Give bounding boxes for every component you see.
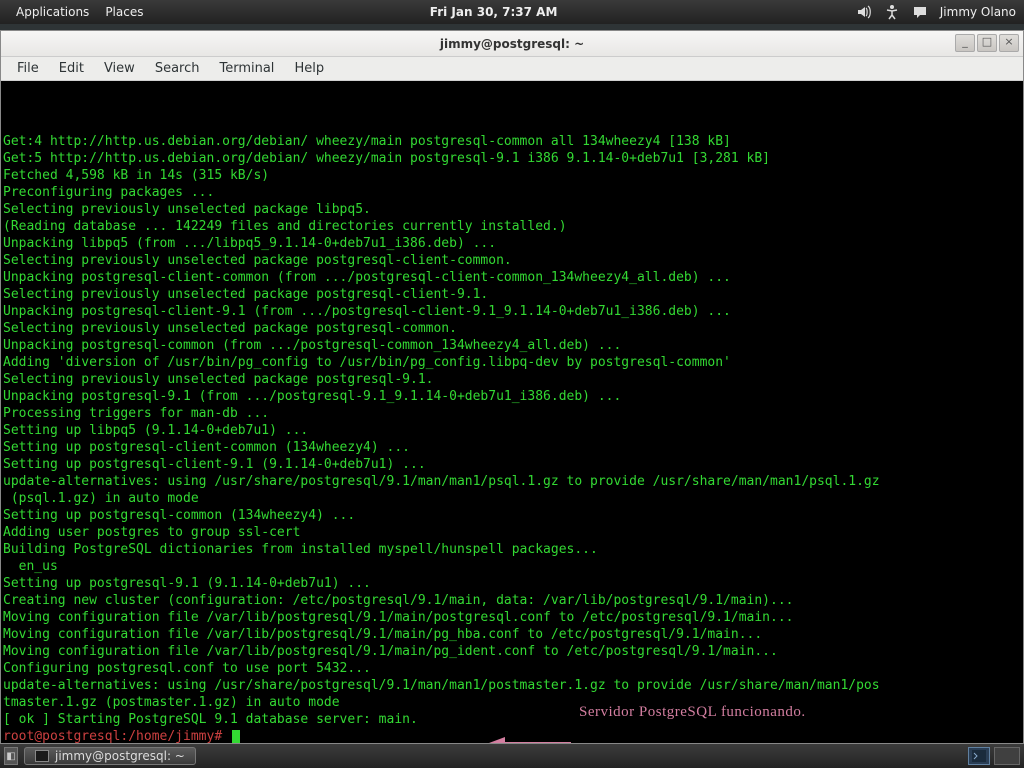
menu-file[interactable]: File	[7, 61, 49, 76]
terminal-line: Adding 'diversion of /usr/bin/pg_config …	[3, 354, 1021, 371]
cursor	[232, 730, 240, 743]
menu-edit[interactable]: Edit	[49, 61, 94, 76]
places-menu[interactable]: Places	[97, 5, 151, 19]
top-panel: Applications Places Fri Jan 30, 7:37 AM …	[0, 0, 1024, 24]
workspace-switcher[interactable]	[994, 747, 1020, 765]
terminal-line: [ ok ] Starting PostgreSQL 9.1 database …	[3, 711, 1021, 728]
terminal-line: Processing triggers for man-db ...	[3, 405, 1021, 422]
taskbar-item-label: jimmy@postgresql: ~	[55, 749, 185, 763]
terminal-output[interactable]: Get:4 http://http.us.debian.org/debian/ …	[1, 81, 1023, 743]
terminal-line: Selecting previously unselected package …	[3, 201, 1021, 218]
terminal-line: Unpacking postgresql-client-9.1 (from ..…	[3, 303, 1021, 320]
terminal-line: Creating new cluster (configuration: /et…	[3, 592, 1021, 609]
terminal-line: Setting up postgresql-client-common (134…	[3, 439, 1021, 456]
terminal-window: jimmy@postgresql: ~ _ □ × File Edit View…	[0, 30, 1024, 744]
terminal-line: Preconfiguring packages ...	[3, 184, 1021, 201]
terminal-line: update-alternatives: using /usr/share/po…	[3, 677, 1021, 694]
menu-search[interactable]: Search	[145, 61, 210, 76]
terminal-line: Selecting previously unselected package …	[3, 371, 1021, 388]
bottom-panel: ◧ jimmy@postgresql: ~	[0, 744, 1024, 768]
terminal-line: Get:4 http://http.us.debian.org/debian/ …	[3, 133, 1021, 150]
terminal-line: Selecting previously unselected package …	[3, 252, 1021, 269]
menu-view[interactable]: View	[94, 61, 145, 76]
terminal-line: update-alternatives: using /usr/share/po…	[3, 473, 1021, 490]
volume-icon[interactable]	[856, 4, 872, 20]
terminal-line: Setting up postgresql-client-9.1 (9.1.14…	[3, 456, 1021, 473]
taskbar-item-terminal[interactable]: jimmy@postgresql: ~	[24, 747, 196, 765]
terminal-line: en_us	[3, 558, 1021, 575]
terminal-prompt[interactable]: root@postgresql:/home/jimmy#	[3, 728, 1021, 743]
maximize-button[interactable]: □	[977, 34, 997, 52]
terminal-line: Setting up postgresql-common (134wheezy4…	[3, 507, 1021, 524]
window-title: jimmy@postgresql: ~	[440, 37, 584, 51]
terminal-line: Unpacking postgresql-9.1 (from .../postg…	[3, 388, 1021, 405]
user-label: Jimmy Olano	[940, 5, 1016, 19]
minimize-button[interactable]: _	[955, 34, 975, 52]
terminal-line: (psql.1.gz) in auto mode	[3, 490, 1021, 507]
menu-terminal[interactable]: Terminal	[209, 61, 284, 76]
show-desktop-button[interactable]: ◧	[4, 747, 18, 765]
terminal-line: Adding user postgres to group ssl-cert	[3, 524, 1021, 541]
system-tray: Jimmy Olano	[856, 4, 1016, 20]
terminal-line: Unpacking postgresql-client-common (from…	[3, 269, 1021, 286]
terminal-line: Get:5 http://http.us.debian.org/debian/ …	[3, 150, 1021, 167]
menu-help[interactable]: Help	[284, 61, 334, 76]
close-button[interactable]: ×	[999, 34, 1019, 52]
terminal-line: Fetched 4,598 kB in 14s (315 kB/s)	[3, 167, 1021, 184]
applications-menu[interactable]: Applications	[8, 5, 97, 19]
terminal-line: Moving configuration file /var/lib/postg…	[3, 609, 1021, 626]
launcher-terminal-icon[interactable]	[968, 747, 990, 765]
menubar: File Edit View Search Terminal Help	[1, 57, 1023, 81]
terminal-line: Selecting previously unselected package …	[3, 286, 1021, 303]
terminal-line: tmaster.1.gz (postmaster.1.gz) in auto m…	[3, 694, 1021, 711]
terminal-line: Configuring postgresql.conf to use port …	[3, 660, 1021, 677]
terminal-line: Moving configuration file /var/lib/postg…	[3, 643, 1021, 660]
terminal-icon	[35, 750, 49, 762]
terminal-line: Setting up postgresql-9.1 (9.1.14-0+deb7…	[3, 575, 1021, 592]
terminal-line: Unpacking libpq5 (from .../libpq5_9.1.14…	[3, 235, 1021, 252]
titlebar[interactable]: jimmy@postgresql: ~ _ □ ×	[1, 31, 1023, 57]
chat-icon[interactable]	[912, 4, 928, 20]
terminal-line: Unpacking postgresql-common (from .../po…	[3, 337, 1021, 354]
terminal-line: Moving configuration file /var/lib/postg…	[3, 626, 1021, 643]
terminal-line: Setting up libpq5 (9.1.14-0+deb7u1) ...	[3, 422, 1021, 439]
accessibility-icon[interactable]	[884, 4, 900, 20]
user-menu[interactable]: Jimmy Olano	[940, 5, 1016, 19]
terminal-line: Building PostgreSQL dictionaries from in…	[3, 541, 1021, 558]
clock[interactable]: Fri Jan 30, 7:37 AM	[430, 5, 558, 19]
terminal-line: Selecting previously unselected package …	[3, 320, 1021, 337]
terminal-line: (Reading database ... 142249 files and d…	[3, 218, 1021, 235]
